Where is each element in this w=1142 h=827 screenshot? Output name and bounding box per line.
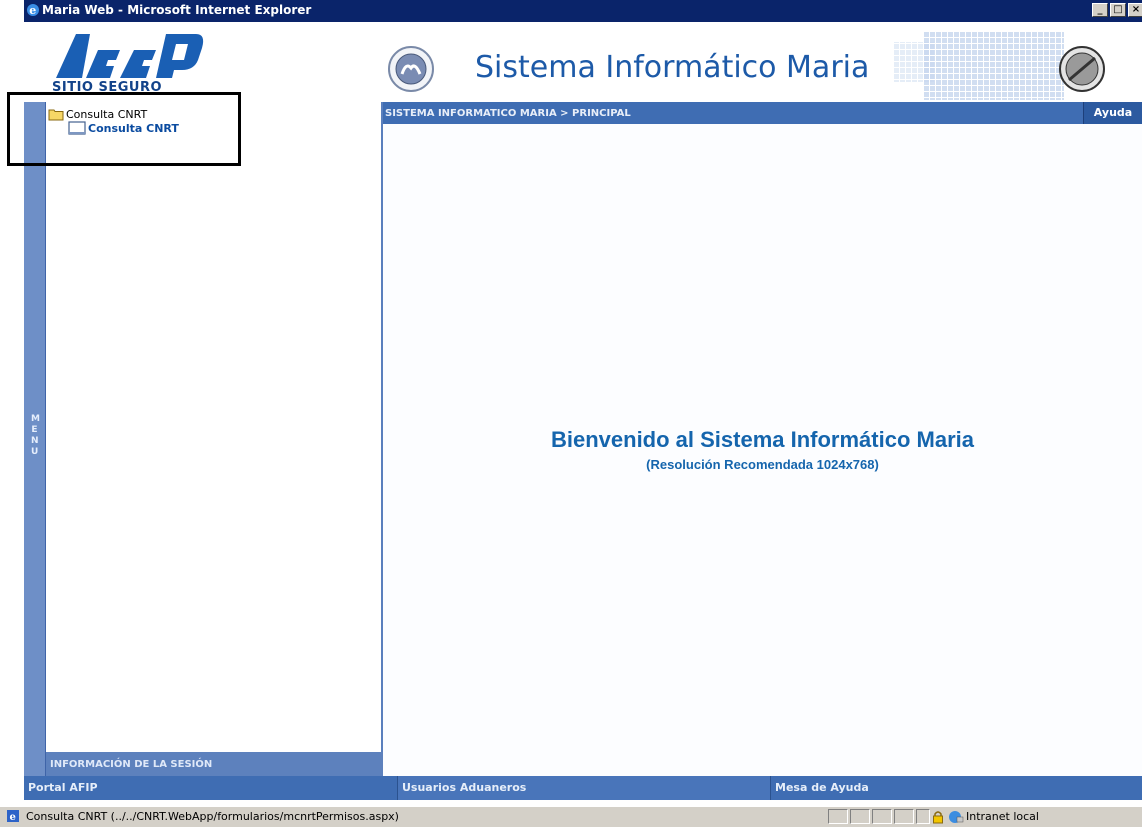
app-title: Sistema Informático Maria — [475, 50, 870, 85]
session-info-bar[interactable]: INFORMACIÓN DE LA SESIÓN — [46, 752, 383, 776]
status-cell — [894, 809, 914, 824]
window-title: Maria Web - Microsoft Internet Explorer — [42, 3, 312, 17]
resolution-note: (Resolución Recomendada 1024x768) — [646, 457, 879, 472]
intranet-zone-icon — [949, 811, 964, 823]
breadcrumb-path: SISTEMA INFORMATICO MARIA > PRINCIPAL — [385, 108, 631, 119]
maria-seal-icon — [388, 46, 434, 92]
pixel-decoration — [894, 32, 1064, 100]
breadcrumb: SISTEMA INFORMATICO MARIA > PRINCIPAL Ay… — [383, 102, 1142, 124]
footer-link-portal-afip[interactable]: Portal AFIP — [24, 776, 397, 800]
security-zone-label: Intranet local — [966, 810, 1039, 823]
status-cell — [916, 809, 930, 824]
status-cell — [828, 809, 848, 824]
afip-subtitle: SITIO SEGURO — [52, 80, 163, 92]
close-button[interactable]: × — [1128, 3, 1142, 17]
status-cell — [850, 809, 870, 824]
footer-link-usuarios-aduaneros[interactable]: Usuarios Aduaneros — [397, 776, 770, 800]
menu-sidebar-strip[interactable]: MENU — [24, 102, 46, 776]
minimize-button[interactable]: _ — [1092, 3, 1108, 17]
lock-icon — [933, 811, 943, 824]
footer-bar: Portal AFIP Usuarios Aduaneros Mesa de A… — [24, 776, 1142, 800]
footer-link-mesa-de-ayuda[interactable]: Mesa de Ayuda — [770, 776, 1142, 800]
welcome-heading: Bienvenido al Sistema Informático Maria — [550, 427, 974, 452]
highlight-annotation-box — [7, 92, 241, 166]
svg-text:e: e — [29, 4, 36, 17]
app-header: SITIO SEGURO Sistema Informático Maria — [24, 22, 1142, 102]
menu-label-text: MENU — [31, 414, 40, 457]
internet-explorer-icon: e — [27, 4, 39, 17]
main-content: Bienvenido al Sistema Informático Maria … — [383, 124, 1142, 776]
status-cell — [872, 809, 892, 824]
afip-seal-icon — [1059, 46, 1105, 92]
session-info-label: INFORMACIÓN DE LA SESIÓN — [50, 759, 213, 770]
help-button[interactable]: Ayuda — [1083, 102, 1142, 124]
page-icon: e — [7, 810, 19, 823]
status-text: Consulta CNRT (../../CNRT.WebApp/formula… — [26, 810, 399, 823]
window-titlebar: e Maria Web - Microsoft Internet Explore… — [24, 0, 1142, 22]
menu-tree-pane: Consulta CNRT Consulta CNRT — [46, 102, 383, 752]
menu-strip-label: MENU — [24, 414, 45, 458]
svg-text:e: e — [10, 812, 16, 823]
maximize-button[interactable]: □ — [1110, 3, 1126, 17]
browser-statusbar: e Consulta CNRT (../../CNRT.WebApp/formu… — [0, 806, 1142, 827]
